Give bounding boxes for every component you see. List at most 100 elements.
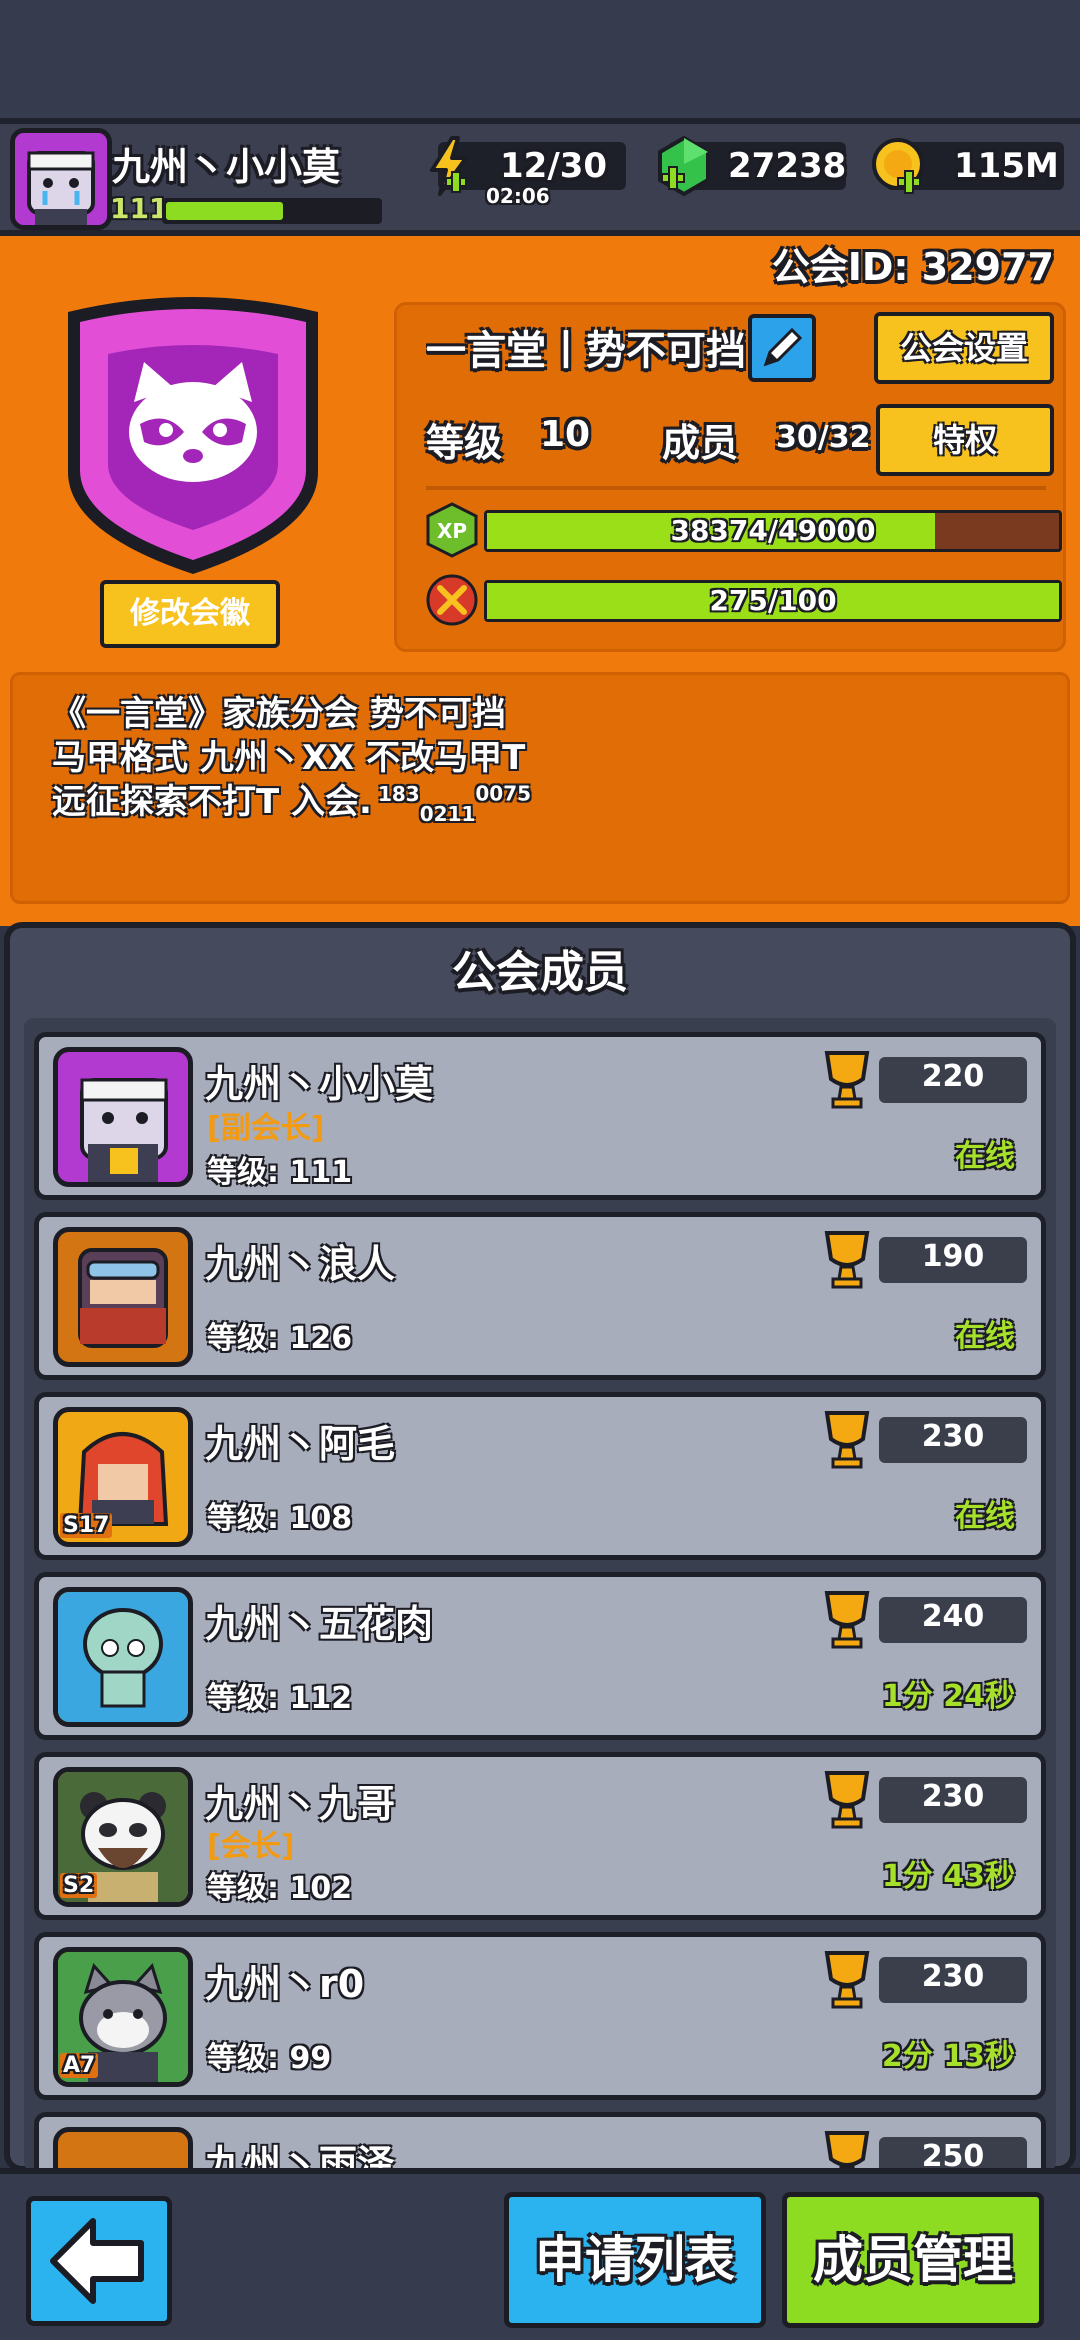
trophy-icon (824, 1951, 870, 2009)
member-level: 等级: 112 (207, 1681, 353, 1716)
guild-name: 一言堂丨势不可挡 (426, 328, 746, 374)
member-level: 等级: 102 (207, 1871, 353, 1906)
privilege-button[interactable]: 特权 (876, 404, 1054, 476)
member-name: 九州丶阿毛 (205, 1422, 396, 1466)
cat-avatar-icon (15, 133, 107, 225)
member-card[interactable]: 九州丶五花肉 等级: 112 240 1分 24秒 (34, 1572, 1046, 1740)
member-name: 九州丶r0 (205, 1962, 365, 2006)
energy-timer: 02:06 (486, 184, 550, 208)
avatar-badge: S2 (60, 1873, 98, 1898)
announcement-line-3: 远征探索不打T 入会. 18302110075 (52, 774, 531, 826)
member-name: 九州丶浪人 (205, 1242, 396, 1286)
member-name: 九州丶五花肉 (205, 1602, 434, 1646)
member-card[interactable]: 九州丶雨泽 250 (34, 2112, 1046, 2172)
ninja-avatar-icon (78, 1248, 168, 1348)
player-xp-fill (166, 202, 283, 220)
member-trophies: 230 (921, 1959, 985, 1994)
member-trophies: 220 (921, 1059, 985, 1094)
member-level: 等级: 108 (207, 1501, 353, 1536)
member-trophies: 240 (921, 1599, 985, 1634)
announcement-line-2: 马甲格式 九州丶XX 不改马甲T (52, 738, 526, 778)
members-list[interactable]: 九州丶小小莫 [副会长] 等级: 111 220 在线 九州丶浪人 等级: 12… (24, 1018, 1056, 2172)
trophy-icon (824, 2131, 870, 2172)
member-level: 等级: 111 (207, 1155, 353, 1190)
member-trophies: 230 (921, 1419, 985, 1454)
trophy-icon (824, 1591, 870, 1649)
member-card[interactable]: A7 九州丶r0 等级: 99 230 2分 13秒 (34, 1932, 1046, 2100)
pencil-icon (763, 327, 803, 367)
cat-avatar-icon (80, 1078, 168, 1182)
trophy-icon (824, 1411, 870, 1469)
member-avatar: S2 (53, 1767, 193, 1907)
trophy-icon (824, 1051, 870, 1109)
player-xp-bar (162, 198, 382, 224)
crossed-swords-icon (426, 574, 478, 626)
apply-list-button[interactable]: 申请列表 (504, 2192, 766, 2328)
member-avatar (53, 1227, 193, 1367)
edit-emblem-button[interactable]: 修改会徽 (100, 580, 280, 648)
guild-points-text: 275/100 (709, 584, 837, 617)
member-status: 在线 (955, 1139, 1015, 1174)
announcement-line-3-text: 远征探索不打T 入会. (52, 782, 372, 822)
svg-text:XP: XP (437, 519, 467, 543)
member-avatar (53, 2127, 193, 2172)
avatar-badge: A7 (60, 2053, 99, 2078)
back-arrow-icon (50, 2218, 144, 2304)
member-status: 在线 (955, 1499, 1015, 1534)
trophy-icon (824, 1231, 870, 1289)
member-role: [副会长] (207, 1111, 325, 1146)
avatar-badge: S17 (60, 1513, 113, 1538)
gold-coin-icon (872, 138, 924, 194)
member-avatar: S17 (53, 1407, 193, 1547)
guild-level-value: 10 (540, 414, 591, 455)
gem-icon (658, 135, 710, 197)
guild-emblem[interactable] (48, 292, 338, 582)
player-avatar[interactable] (10, 128, 112, 230)
member-card[interactable]: 九州丶浪人 等级: 126 190 在线 (34, 1212, 1046, 1380)
announcement-sub-2: 0211 (419, 801, 476, 826)
guild-points-bar: 275/100 (484, 580, 1062, 622)
member-trophies: 190 (921, 1239, 985, 1274)
member-status: 2分 13秒 (881, 2039, 1015, 2074)
player-name: 九州丶小小莫 (112, 145, 341, 189)
member-level: 等级: 126 (207, 1321, 353, 1356)
announcement-sup-3: 0075 (475, 781, 532, 806)
xp-icon: XP (426, 502, 478, 558)
members-title: 公会成员 (452, 947, 628, 998)
top-strip (0, 0, 1080, 118)
member-status: 1分 24秒 (881, 1679, 1015, 1714)
guild-members-value: 30/32 (776, 420, 871, 455)
guild-xp-text: 38374/49000 (670, 514, 876, 547)
member-status: 在线 (955, 1319, 1015, 1354)
guild-id: 公会ID: 32977 (771, 245, 1054, 289)
member-manage-button[interactable]: 成员管理 (782, 2192, 1044, 2328)
member-name: 九州丶九哥 (205, 1782, 396, 1826)
member-avatar (53, 1587, 193, 1727)
edit-name-button[interactable] (748, 314, 816, 382)
gems-value: 27238 (728, 146, 847, 186)
member-trophies: 230 (921, 1779, 985, 1814)
member-status: 1分 43秒 (881, 1859, 1015, 1894)
energy-value: 12/30 (500, 146, 608, 186)
guild-level-label: 等级 (426, 421, 503, 465)
gold-value: 115M (954, 146, 1059, 186)
guild-members-label: 成员 (662, 421, 739, 465)
announcement-line-1: 《一言堂》家族分会 势不可挡 (52, 694, 506, 734)
member-name: 九州丶小小莫 (205, 1062, 434, 1106)
energy-bolt-icon (430, 136, 468, 196)
member-name: 九州丶雨泽 (205, 2142, 396, 2172)
squid-avatar-icon (58, 1592, 188, 1722)
member-avatar (53, 1047, 193, 1187)
info-divider (426, 486, 1046, 490)
back-button[interactable] (26, 2196, 172, 2326)
guild-xp-bar: 38374/49000 (484, 510, 1062, 552)
guild-settings-button[interactable]: 公会设置 (874, 312, 1054, 384)
member-role: [会长] (207, 1829, 295, 1864)
trophy-icon (824, 1771, 870, 1829)
member-card[interactable]: S2 九州丶九哥 [会长] 等级: 102 230 1分 43秒 (34, 1752, 1046, 1920)
member-card[interactable]: S17 九州丶阿毛 等级: 108 230 在线 (34, 1392, 1046, 1560)
member-card[interactable]: 九州丶小小莫 [副会长] 等级: 111 220 在线 (34, 1032, 1046, 1200)
member-level: 等级: 99 (207, 2041, 332, 2076)
announcement-sup-1: 183 (377, 781, 420, 806)
player-level: 111 (110, 192, 169, 225)
